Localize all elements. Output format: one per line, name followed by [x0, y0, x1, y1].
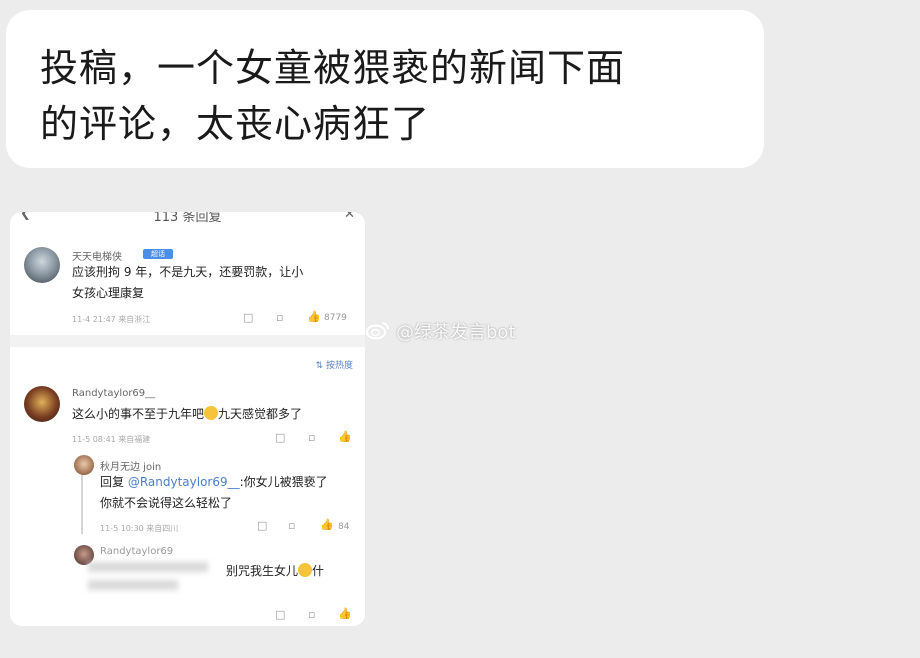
comment-text: 应该刑拘 9 年，不是九天，还要罚款，让小 女孩心理康复 [72, 262, 303, 304]
message-line-1: 投稿，一个女童被猥亵的新闻下面 [40, 46, 626, 90]
avatar [24, 386, 60, 422]
comment-username: 天天电梯侠 [72, 252, 122, 263]
sweat-smile-emoji-icon [204, 406, 219, 420]
like-icon: 👍 [307, 310, 321, 323]
message-text: 投稿，一个女童被猥亵的新闻下面 的评论，太丧心病狂了 [40, 40, 740, 152]
user-mention: @Randytaylor69__ [127, 475, 240, 489]
section-divider [10, 335, 365, 347]
comment-icon: ▫ [308, 431, 316, 444]
message-bubble[interactable]: 投稿，一个女童被猥亵的新闻下面 的评论，太丧心病狂了 [6, 10, 764, 168]
comment-text-part-2: 九天感觉都多了 [218, 407, 303, 421]
comment-text-line-1: 应该刑拘 9 年，不是九天，还要罚款，让小 [72, 265, 304, 279]
comment-meta: 11-4 21:47 来自浙江 [72, 315, 151, 324]
replies-title: 113 条回复 [153, 212, 222, 225]
comment-icon: ▫ [276, 311, 284, 324]
comment-icon: ▫ [308, 608, 316, 621]
comment-text-line-2: 女孩心理康复 [72, 286, 145, 300]
reply-username: Randytaylor69 [100, 546, 174, 557]
reply-meta: 11-5 10:30 来自四川 [100, 524, 179, 533]
screenshot-image[interactable]: ❮ 113 条回复 ✕ 天天电梯侠 超话 应该刑拘 9 年，不是九天，还要罚款，… [10, 212, 365, 626]
like-count: 84 [338, 522, 350, 532]
sweat-smile-emoji-icon [298, 563, 313, 577]
comment-icon: ▫ [288, 519, 296, 532]
reply-prefix: 回复 [100, 475, 128, 489]
like-icon: 👍 [338, 607, 352, 620]
message-line-2: 的评论，太丧心病狂了 [40, 102, 431, 146]
comment-meta: 11-5 08:41 来自福建 [72, 435, 151, 444]
avatar [74, 455, 94, 475]
sort-label: 按热度 [325, 361, 353, 371]
reply-text-line-2: 你就不会说得这么轻松了 [100, 496, 233, 510]
reply-text: 回复 @Randytaylor69__:你女儿被猥亵了 你就不会说得这么轻松了 [100, 472, 328, 514]
reply-text-line-1: 回复 @Randytaylor69__:你女儿被猥亵了 [100, 472, 328, 493]
sort-by-hot: ⇅ 按热度 [315, 361, 353, 371]
reply-username: 秋月无边 join [100, 462, 162, 473]
comment-text-part-1: 这么小的事不至于九年吧 [72, 407, 205, 421]
reply-text-part-2: 什 [312, 564, 325, 578]
share-icon: □ [275, 608, 286, 621]
blurred-content [88, 562, 228, 612]
reply-text: 别咒我生女儿什 [226, 561, 324, 582]
reply-thread-line [81, 474, 83, 534]
user-badge: 超话 [143, 249, 173, 259]
like-count: 8779 [324, 313, 347, 323]
close-icon: ✕ [344, 212, 355, 222]
screenshot-header: ❮ 113 条回复 ✕ [10, 212, 365, 226]
reply-text-part: :你女儿被猥亵了 [239, 475, 328, 489]
share-icon: □ [257, 519, 268, 532]
like-icon: 👍 [338, 430, 352, 443]
share-icon: □ [243, 311, 254, 324]
comment-text: 这么小的事不至于九年吧 九天感觉都多了 [72, 404, 302, 425]
comment-username: Randytaylor69__ [72, 388, 156, 399]
weibo-icon [366, 322, 389, 340]
avatar [24, 247, 60, 283]
like-icon: 👍 [320, 518, 334, 531]
watermark-text: @绿茶发言bot [396, 322, 516, 343]
share-icon: □ [275, 431, 286, 444]
reply-text-part-1: 别咒我生女儿 [226, 564, 299, 578]
